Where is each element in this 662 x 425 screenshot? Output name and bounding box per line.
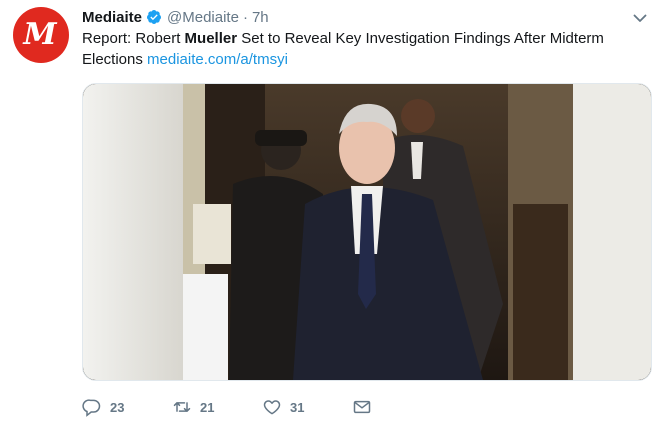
timestamp[interactable]: 7h [252, 9, 269, 26]
tweet-actions: 23 21 31 [82, 396, 372, 418]
tweet-text-start: Report: Robert [82, 30, 185, 47]
retweet-button[interactable]: 21 [172, 397, 262, 417]
reply-button[interactable]: 23 [82, 397, 172, 417]
retweet-icon [173, 402, 191, 412]
like-button[interactable]: 31 [262, 397, 352, 417]
reply-icon [82, 399, 101, 417]
avatar[interactable]: M [13, 7, 69, 63]
verified-icon [147, 10, 162, 24]
like-count: 31 [290, 399, 305, 415]
tweet-header: Mediaite @Mediaite · 7h [82, 7, 269, 27]
avatar-logo-letter: M [23, 17, 57, 52]
like-icon [263, 400, 281, 415]
tweet-text-bold: Mueller [184, 30, 238, 47]
chevron-down-icon[interactable] [632, 10, 648, 26]
tweet-card[interactable]: M Mediaite @Mediaite · 7h Report: Robert… [0, 0, 662, 425]
author-name[interactable]: Mediaite [82, 9, 142, 26]
tweet-photo[interactable] [82, 83, 652, 381]
reply-count: 23 [110, 399, 125, 415]
tweet-text: Report: Robert Mueller Set to Reveal Key… [82, 28, 642, 70]
separator-dot: · [242, 8, 248, 26]
message-icon [353, 400, 371, 414]
photo-illustration [83, 84, 651, 380]
tweet-link[interactable]: mediaite.com/a/tmsyi [147, 51, 288, 68]
direct-message-button[interactable] [352, 397, 372, 417]
retweet-count: 21 [200, 399, 215, 415]
author-handle[interactable]: @Mediaite [167, 9, 239, 26]
